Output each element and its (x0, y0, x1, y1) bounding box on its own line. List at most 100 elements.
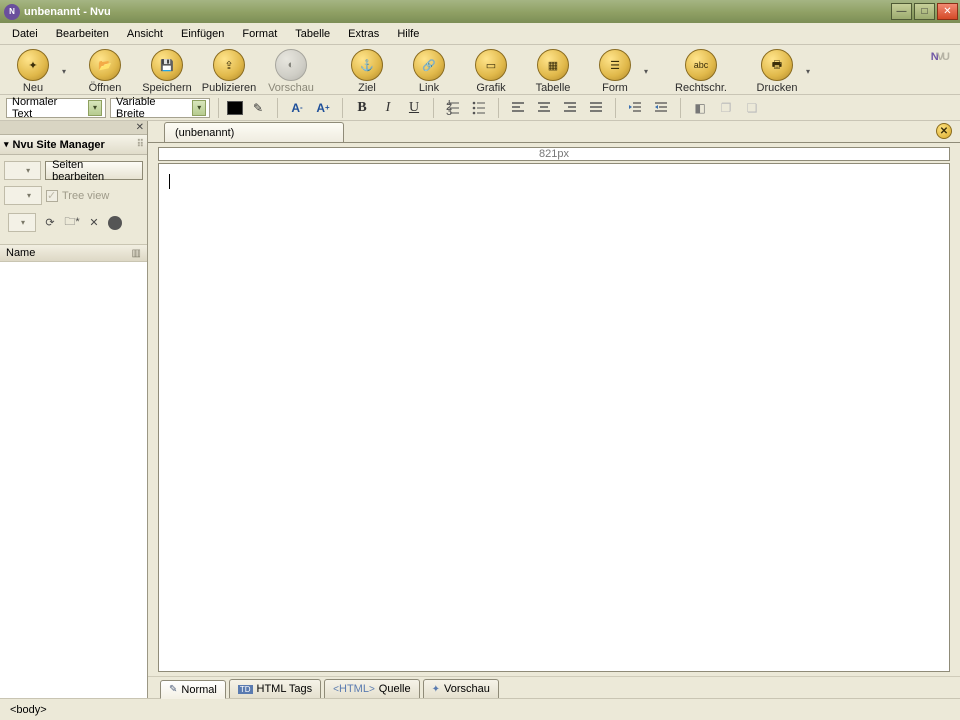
form-icon: ☰ (599, 49, 631, 81)
columns-icon[interactable]: ▥ (132, 248, 141, 259)
sidebar-panel-body: ▾ Seiten bearbeiten ▾ Tree view ▾ ⟳ 🗀* ✕ (0, 155, 147, 244)
tool-speichern[interactable]: 💾Speichern (140, 49, 194, 94)
maximize-button[interactable]: □ (914, 3, 935, 20)
tool-tabelle[interactable]: ▦Tabelle (526, 49, 580, 94)
view-tab-vorschau[interactable]: ✦Vorschau (423, 679, 499, 698)
layer-back-button[interactable]: ❏ (741, 98, 763, 118)
view-tab-quelle[interactable]: <HTML>Quelle (324, 679, 419, 698)
chevron-down-icon: ▾ (88, 100, 102, 116)
tool-form-dropdown[interactable]: ▾ (644, 67, 652, 76)
menu-format[interactable]: Format (234, 26, 285, 42)
collapse-triangle-icon: ▾ (4, 139, 9, 150)
close-button[interactable]: ✕ (937, 3, 958, 20)
view-mode-dropdown[interactable]: ▾ (8, 213, 36, 232)
tool-publizieren[interactable]: ⇪Publizieren (202, 49, 256, 94)
bullet-list-button[interactable] (468, 98, 490, 118)
window-title: unbenannt - Nvu (24, 6, 891, 18)
source-icon: <HTML> (333, 683, 375, 695)
menubar: Datei Bearbeiten Ansicht Einfügen Format… (0, 23, 960, 45)
open-icon: 📂 (89, 49, 121, 81)
treeview-checkbox (46, 190, 58, 202)
paragraph-style-combo[interactable]: Normaler Text▾ (6, 98, 106, 118)
bold-button[interactable]: B (351, 98, 373, 118)
tool-rechtschr[interactable]: abcRechtschr. (674, 49, 728, 94)
align-left-button[interactable] (507, 98, 529, 118)
font-increase-button[interactable]: A+ (312, 98, 334, 118)
align-justify-button[interactable] (585, 98, 607, 118)
nvu-logo: NVU (931, 51, 948, 63)
status-path[interactable]: <body> (10, 704, 47, 716)
menu-tabelle[interactable]: Tabelle (287, 26, 338, 42)
svg-text:3: 3 (446, 106, 452, 116)
separator (680, 98, 681, 118)
document-close-icon[interactable]: ✕ (936, 123, 952, 139)
view-tab-htmltags[interactable]: TDHTML Tags (229, 679, 321, 698)
tool-neu-dropdown[interactable]: ▾ (62, 67, 70, 76)
print-icon: 🖶 (761, 49, 793, 81)
edit-pages-button[interactable]: Seiten bearbeiten (45, 161, 143, 180)
indent-button[interactable] (650, 98, 672, 118)
align-right-button[interactable] (559, 98, 581, 118)
menu-ansicht[interactable]: Ansicht (119, 26, 171, 42)
sidebar-close-icon[interactable]: ✕ (136, 122, 144, 133)
folder-select-dropdown[interactable]: ▾ (4, 186, 42, 205)
tool-grafik[interactable]: ▭Grafik (464, 49, 518, 94)
tree-column-header[interactable]: Name ▥ (0, 244, 147, 262)
link-icon: 🔗 (413, 49, 445, 81)
font-decrease-button[interactable]: A- (286, 98, 308, 118)
site-tree[interactable] (0, 262, 147, 698)
underline-button[interactable]: U (403, 98, 425, 118)
tool-form[interactable]: ☰Form (588, 49, 642, 94)
chevron-down-icon: ▾ (21, 218, 33, 227)
save-icon: 💾 (151, 49, 183, 81)
content-editor[interactable] (158, 163, 950, 672)
outdent-button[interactable] (624, 98, 646, 118)
chevron-down-icon: ▾ (26, 166, 38, 175)
window-controls: — □ ✕ (891, 3, 958, 20)
menu-einfuegen[interactable]: Einfügen (173, 26, 232, 42)
tool-drucken[interactable]: 🖶Drucken (750, 49, 804, 94)
site-select-dropdown[interactable]: ▾ (4, 161, 41, 180)
table-icon: ▦ (537, 49, 569, 81)
tool-oeffnen[interactable]: 📂Öffnen (78, 49, 132, 94)
status-bar: <body> (0, 698, 960, 720)
tool-link[interactable]: 🔗Link (402, 49, 456, 94)
align-center-button[interactable] (533, 98, 555, 118)
view-tab-normal[interactable]: ✎Normal (160, 680, 226, 699)
menu-hilfe[interactable]: Hilfe (389, 26, 427, 42)
document-tabs: (unbenannt) ✕ (148, 121, 960, 143)
minimize-button[interactable]: — (891, 3, 912, 20)
record-icon[interactable] (108, 216, 122, 230)
new-folder-icon[interactable]: 🗀* (64, 215, 80, 231)
text-color-swatch[interactable] (227, 101, 243, 115)
menu-datei[interactable]: Datei (4, 26, 46, 42)
main-toolbar: ✦Neu ▾ 📂Öffnen 💾Speichern ⇪Publizieren ◐… (0, 45, 960, 95)
tool-drucken-dropdown[interactable]: ▾ (806, 67, 814, 76)
chevron-down-icon: ▾ (27, 191, 39, 200)
tag-icon: TD (238, 685, 253, 694)
format-toolbar: Normaler Text▾ Variable Breite▾ ✎ A- A+ … (0, 95, 960, 121)
image-icon: ▭ (475, 49, 507, 81)
sidebar-panel-header[interactable]: ▾ Nvu Site Manager ⠿ (0, 135, 147, 155)
chevron-down-icon: ▾ (192, 100, 206, 116)
numbered-list-button[interactable]: 123 (442, 98, 464, 118)
layers-button[interactable]: ◧ (689, 98, 711, 118)
text-cursor (169, 174, 170, 189)
site-manager-sidebar: ✕ ▾ Nvu Site Manager ⠿ ▾ Seiten bearbeit… (0, 121, 148, 698)
font-width-combo[interactable]: Variable Breite▾ (110, 98, 210, 118)
delete-icon[interactable]: ✕ (86, 215, 102, 231)
tool-ziel[interactable]: ⚓Ziel (340, 49, 394, 94)
tool-neu[interactable]: ✦Neu (6, 49, 60, 94)
menu-bearbeiten[interactable]: Bearbeiten (48, 26, 117, 42)
sidebar-title: Nvu Site Manager (13, 139, 105, 151)
new-icon: ✦ (17, 49, 49, 81)
italic-button[interactable]: I (377, 98, 399, 118)
layer-front-button[interactable]: ❐ (715, 98, 737, 118)
separator (433, 98, 434, 118)
ruler[interactable]: 821px (158, 147, 950, 161)
menu-extras[interactable]: Extras (340, 26, 387, 42)
document-tab[interactable]: (unbenannt) (164, 122, 344, 142)
highlight-color-button[interactable]: ✎ (247, 98, 269, 118)
refresh-icon[interactable]: ⟳ (42, 215, 58, 231)
treeview-label: Tree view (62, 190, 109, 202)
